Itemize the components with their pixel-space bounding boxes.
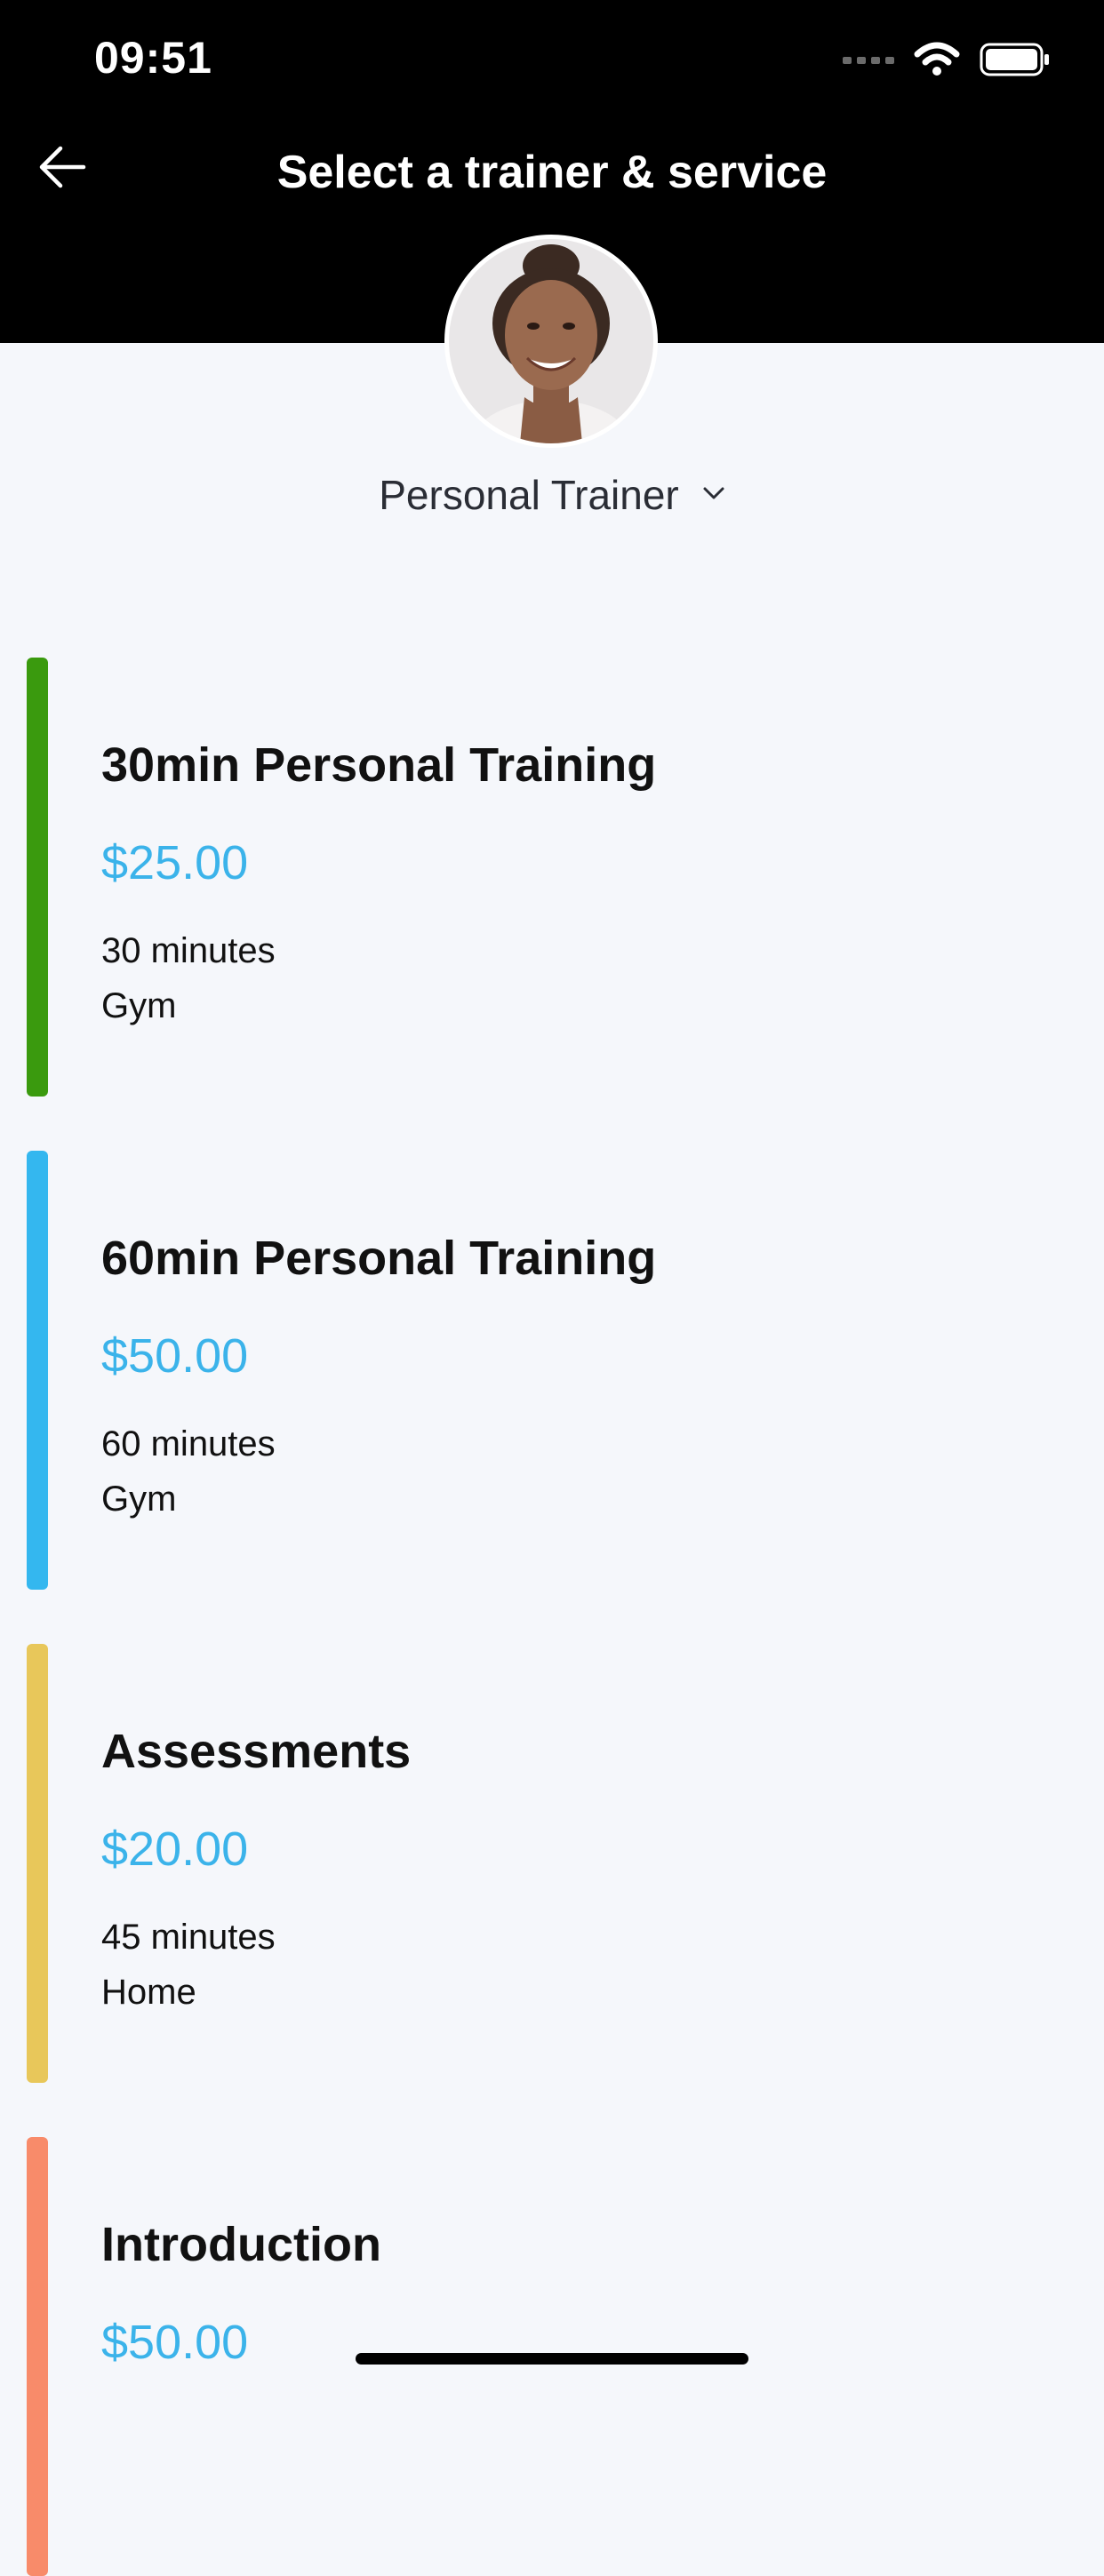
service-name: Assessments xyxy=(101,1725,412,1778)
service-price: $50.00 xyxy=(101,1329,249,1383)
signal-icon xyxy=(843,53,894,70)
service-location: Gym xyxy=(101,1479,177,1519)
battery-icon xyxy=(980,42,1051,82)
status-time: 09:51 xyxy=(94,33,212,83)
service-price: $50.00 xyxy=(101,2316,249,2369)
service-name: 30min Personal Training xyxy=(101,738,657,792)
trainer-avatar[interactable] xyxy=(444,235,658,448)
trainer-name: Personal Trainer xyxy=(379,472,679,518)
chevron-down-icon xyxy=(702,486,725,505)
service-color-bar xyxy=(27,658,48,1097)
home-indicator[interactable] xyxy=(356,2353,748,2365)
service-location: Home xyxy=(101,1973,196,2012)
service-duration: 30 minutes xyxy=(101,931,276,970)
service-color-bar xyxy=(27,1644,48,2083)
wifi-icon xyxy=(914,42,960,82)
service-card-assessments[interactable]: Assessments $20.00 45 minutes Home xyxy=(27,1644,1076,2083)
status-icons xyxy=(843,39,1051,84)
service-location: Gym xyxy=(101,986,177,1025)
service-price: $25.00 xyxy=(101,836,249,889)
service-card-60min[interactable]: 60min Personal Training $50.00 60 minute… xyxy=(27,1151,1076,1590)
service-name: Introduction xyxy=(101,2218,381,2271)
service-name: 60min Personal Training xyxy=(101,1232,657,1285)
service-duration: 60 minutes xyxy=(101,1424,276,1463)
page-title: Select a trainer & service xyxy=(276,147,828,198)
service-price: $20.00 xyxy=(101,1822,249,1876)
service-card-30min[interactable]: 30min Personal Training $25.00 30 minute… xyxy=(27,658,1076,1097)
trainer-dropdown[interactable]: Personal Trainer xyxy=(0,471,1104,519)
service-color-bar xyxy=(27,1151,48,1590)
service-color-bar xyxy=(27,2137,48,2576)
service-duration: 45 minutes xyxy=(101,1918,276,1957)
